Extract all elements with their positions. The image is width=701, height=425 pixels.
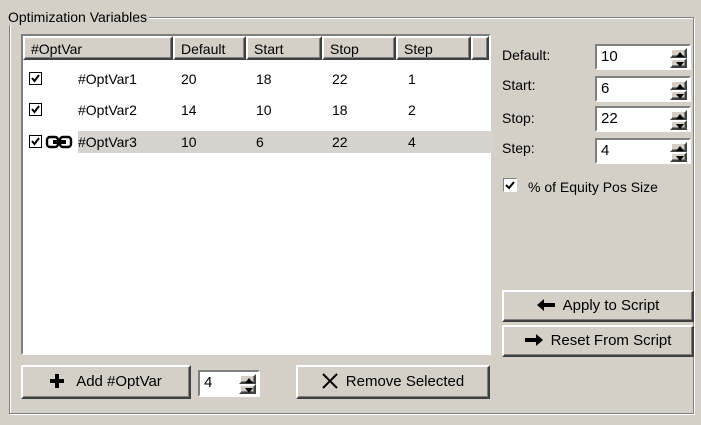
arrow-left-icon: [536, 299, 555, 311]
default-label: Default:: [502, 47, 551, 63]
remove-selected-button[interactable]: Remove Selected: [296, 365, 490, 399]
checkmark-icon: [31, 137, 40, 146]
cell-start: 10: [256, 102, 272, 118]
plus-icon: [50, 374, 65, 388]
close-icon: [322, 373, 338, 389]
list-item[interactable]: #OptVar1 20 18 22 1: [23, 68, 489, 90]
start-spinner[interactable]: 6: [595, 76, 691, 102]
equity-label: % of Equity Pos Size: [528, 179, 658, 195]
row-checkbox[interactable]: [29, 103, 42, 116]
default-spinner[interactable]: 10: [595, 44, 691, 70]
stop-label: Stop:: [502, 110, 535, 126]
spin-up-icon[interactable]: [670, 48, 687, 58]
spin-up-icon[interactable]: [239, 374, 256, 384]
stop-spinner[interactable]: 22: [595, 106, 691, 132]
cell-start: 6: [256, 134, 264, 150]
reset-label: Reset From Script: [550, 332, 672, 349]
apply-to-script-button[interactable]: Apply to Script: [502, 290, 694, 322]
header-default[interactable]: Default: [173, 36, 246, 60]
cell-default: 10: [181, 134, 197, 150]
cell-name: #OptVar2: [78, 102, 137, 118]
step-label: Step:: [502, 140, 535, 156]
start-value: 6: [601, 80, 610, 97]
remove-label: Remove Selected: [345, 373, 465, 390]
default-value: 10: [601, 48, 618, 65]
spin-up-icon[interactable]: [670, 142, 687, 152]
row-checkbox[interactable]: [29, 72, 42, 85]
spin-down-icon[interactable]: [670, 120, 687, 130]
optvar-list[interactable]: #OptVar Default Start Stop Step #OptVar1…: [21, 34, 494, 355]
add-label: Add #OptVar: [76, 373, 162, 390]
header-optvar[interactable]: #OptVar: [23, 36, 173, 60]
cell-stop: 22: [332, 134, 348, 150]
list-header: #OptVar Default Start Stop Step: [23, 36, 489, 60]
list-item[interactable]: #OptVar2 14 10 18 2: [23, 99, 489, 121]
checkmark-icon: [31, 105, 40, 114]
apply-label: Apply to Script: [562, 297, 660, 314]
spin-down-icon[interactable]: [670, 152, 687, 162]
spin-down-icon[interactable]: [670, 58, 687, 68]
arrow-right-icon: [524, 334, 543, 346]
step-value: 4: [601, 142, 610, 159]
add-optvar-button[interactable]: Add #OptVar: [21, 365, 191, 399]
header-extra: [471, 36, 489, 60]
checkmark-icon: [31, 74, 40, 83]
cell-name: #OptVar1: [78, 71, 137, 87]
header-stop[interactable]: Stop: [322, 36, 396, 60]
cell-step: 4: [408, 134, 416, 150]
stop-value: 22: [601, 110, 618, 127]
row-checkbox[interactable]: [29, 135, 42, 148]
header-start[interactable]: Start: [246, 36, 322, 60]
list-item-selected[interactable]: #OptVar3 10 6 22 4: [23, 131, 494, 156]
spin-down-icon[interactable]: [670, 90, 687, 100]
start-label: Start:: [502, 77, 536, 93]
cell-stop: 18: [332, 102, 348, 118]
cell-default: 20: [181, 71, 197, 87]
cell-stop: 22: [332, 71, 348, 87]
cell-start: 18: [256, 71, 272, 87]
cell-step: 1: [408, 71, 416, 87]
reset-from-script-button[interactable]: Reset From Script: [502, 325, 694, 357]
selection-highlight: [78, 131, 494, 153]
cell-name: #OptVar3: [78, 134, 137, 150]
step-spinner[interactable]: 4: [595, 138, 691, 164]
add-count-spinner[interactable]: 4: [198, 370, 260, 397]
group-title: Optimization Variables: [6, 9, 150, 25]
link-icon: [44, 134, 76, 156]
spin-up-icon[interactable]: [670, 110, 687, 120]
spin-up-icon[interactable]: [670, 80, 687, 90]
add-count-value: 4: [204, 374, 213, 391]
header-step[interactable]: Step: [396, 36, 471, 60]
spin-down-icon[interactable]: [239, 384, 256, 394]
equity-checkbox[interactable]: [503, 178, 517, 192]
checkmark-icon: [505, 181, 515, 190]
cell-default: 14: [181, 102, 197, 118]
cell-step: 2: [408, 102, 416, 118]
